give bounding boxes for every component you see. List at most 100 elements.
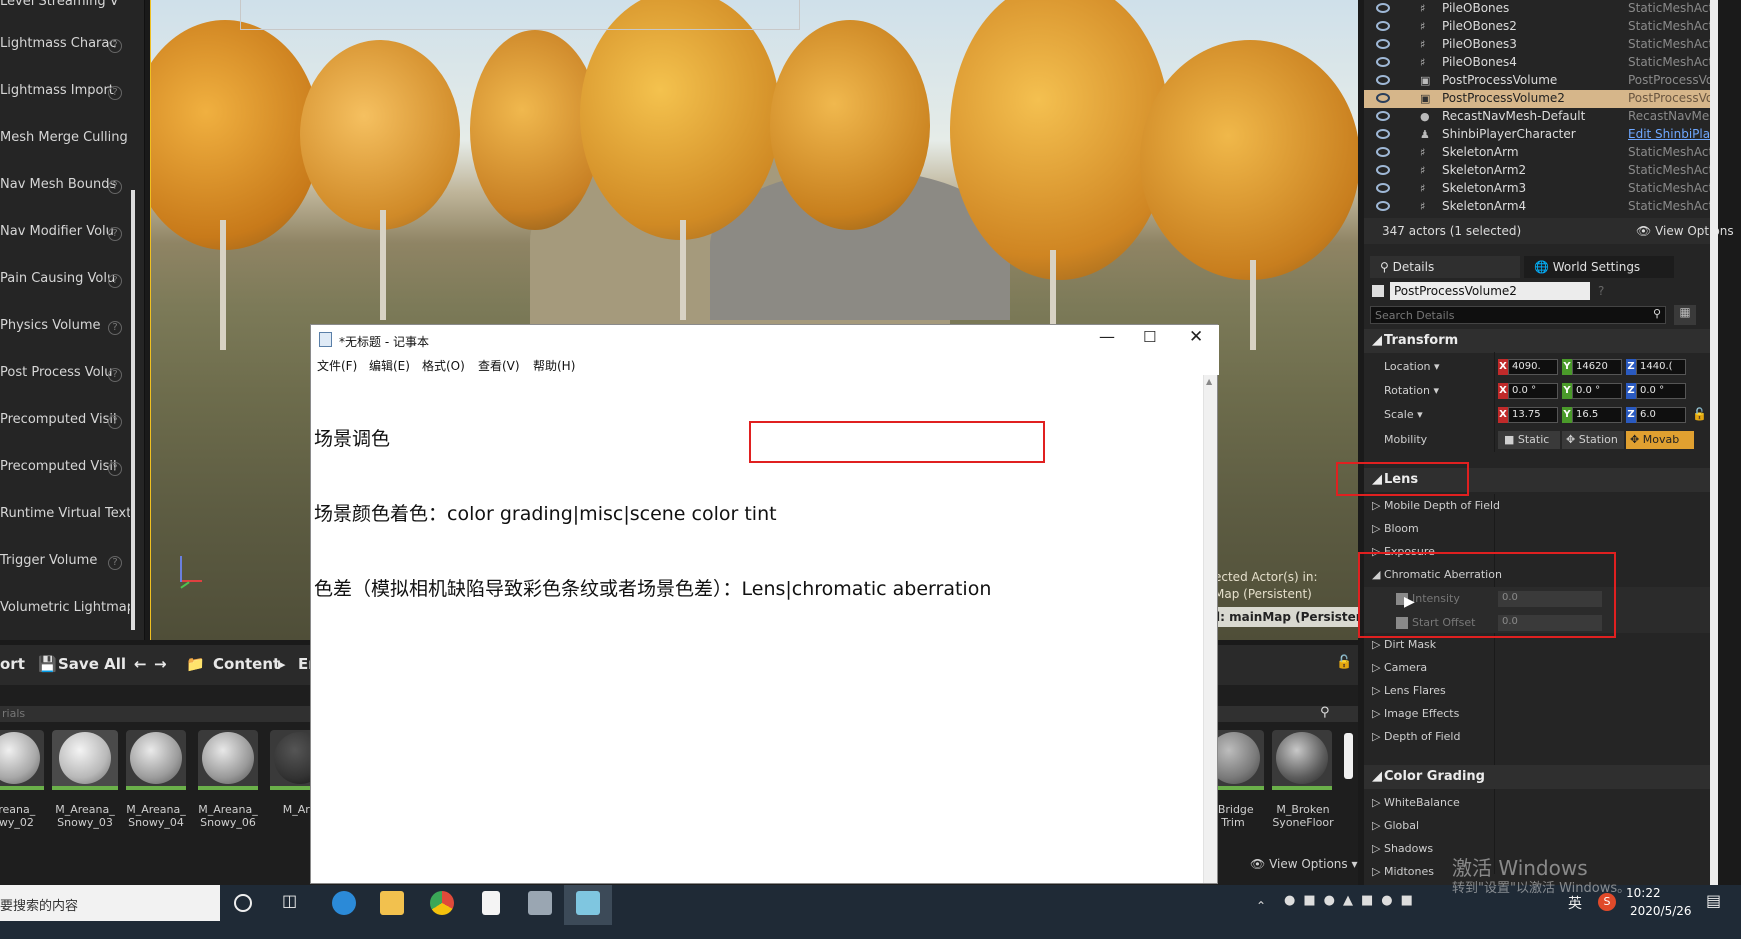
actor-enabled-checkbox[interactable] [1372,285,1384,297]
visibility-eye-icon[interactable] [1376,93,1390,103]
outliner-row[interactable]: ● RecastNavMesh-Default RecastNavMesh [1364,108,1718,126]
tab-details[interactable]: ⚲ Details [1370,256,1520,278]
ime-indicator[interactable]: 英 [1568,893,1582,913]
actor-class-item[interactable]: Level Streaming V [0,0,130,14]
help-icon[interactable]: ? [108,227,122,241]
help-icon[interactable]: ? [108,462,122,476]
notepad-taskbar-icon[interactable] [576,891,600,915]
scrollbar[interactable] [1710,0,1718,885]
tray-expand-icon[interactable]: ⌃ [1256,899,1266,913]
outliner-row[interactable]: ♯ SkeletonArm2 StaticMeshActor [1364,162,1718,180]
visibility-eye-icon[interactable] [1376,183,1390,193]
material-asset[interactable] [198,730,258,790]
location-z-field[interactable]: Z 1440.( [1626,359,1686,375]
bloom-group[interactable]: ▷ Bloom [1372,522,1419,535]
actor-class-item[interactable]: Volumetric Lightmap I [0,600,130,620]
edge-icon[interactable] [332,891,356,915]
depth-of-field-group[interactable]: ▷ Depth of Field [1372,730,1460,743]
edit-blueprint-link[interactable]: Edit ShinbiPlayer [1628,127,1718,141]
material-asset[interactable] [0,730,44,790]
clock-date[interactable]: 2020/5/26 [1630,904,1692,918]
visibility-eye-icon[interactable] [1376,3,1390,13]
image-effects-group[interactable]: ▷ Image Effects [1372,707,1459,720]
taskbar-search-box[interactable]: 要搜索的内容 [0,885,220,921]
actor-class-item[interactable]: Mesh Merge Culling V [0,130,130,150]
visibility-eye-icon[interactable] [1376,147,1390,157]
notification-icon[interactable]: ▤ [1706,891,1721,910]
visibility-eye-icon[interactable] [1376,39,1390,49]
mobility-movable-button[interactable]: ✥ Movab [1626,431,1694,449]
outliner-row[interactable]: ♯ SkeletonArm4 StaticMeshActor [1364,198,1718,216]
close-icon[interactable]: ✕ [1189,327,1203,347]
outliner-row[interactable]: ♯ SkeletonArm StaticMeshActor [1364,144,1718,162]
global-group[interactable]: ▷ Global [1372,819,1419,832]
lock-scale-icon[interactable]: 🔓 [1692,407,1707,421]
location-label[interactable]: Location ▾ [1384,360,1440,373]
shadows-group[interactable]: ▷ Shadows [1372,842,1433,855]
color-grading-section[interactable]: ◢ Color Grading [1364,765,1718,789]
lock-icon[interactable]: 🔓 [1336,655,1352,670]
help-icon[interactable]: ? [1598,284,1604,298]
visibility-eye-icon[interactable] [1376,21,1390,31]
mobile-dof-group[interactable]: ▷ Mobile Depth of Field [1372,499,1500,512]
rotation-label[interactable]: Rotation ▾ [1384,384,1439,397]
app-icon[interactable] [528,891,552,915]
text-area[interactable]: 场景调色 场景颜色着色：color grading|misc|scene col… [314,377,1204,652]
scrollbar[interactable]: ▲ [1203,375,1217,883]
help-icon[interactable]: ? [108,321,122,335]
location-y-field[interactable]: Y 14620 [1562,359,1622,375]
chrome-icon[interactable] [430,891,454,915]
camera-group[interactable]: ▷ Camera [1372,661,1427,674]
scale-x-field[interactable]: X 13.75 [1498,407,1558,423]
document-icon[interactable] [482,891,500,915]
minimize-icon[interactable]: — [1099,327,1115,346]
location-x-field[interactable]: X 4090. [1498,359,1558,375]
outliner-row[interactable]: ♯ PileOBones2 StaticMeshActor [1364,18,1718,36]
material-asset[interactable] [52,730,118,790]
scale-label[interactable]: Scale ▾ [1384,408,1423,421]
actor-name-field[interactable]: PostProcessVolume2 [1390,282,1590,300]
scale-y-field[interactable]: Y 16.5 [1562,407,1622,423]
mobility-stationary-button[interactable]: ✥ Station [1562,431,1624,449]
rotation-z-field[interactable]: Z 0.0 ° [1626,383,1686,399]
material-asset[interactable] [126,730,186,790]
menu-edit[interactable]: 编辑(E) [369,357,410,374]
view-options-grid-icon[interactable]: ▦ [1674,305,1696,325]
file-explorer-icon[interactable] [380,891,404,915]
content-path-button[interactable]: Content [213,655,280,673]
mobility-static-button[interactable]: ■ Static [1498,431,1560,449]
midtones-group[interactable]: ▷ Midtones [1372,865,1434,878]
help-icon[interactable]: ? [108,180,122,194]
white-balance-group[interactable]: ▷ WhiteBalance [1372,796,1460,809]
help-icon[interactable]: ? [108,86,122,100]
visibility-eye-icon[interactable] [1376,165,1390,175]
scrollbar[interactable] [131,190,135,630]
scrollbar[interactable] [1344,733,1353,779]
help-icon[interactable]: ? [108,368,122,382]
outliner-row[interactable]: ▣PostProcessVolumePostProcessVolume [1364,72,1718,90]
help-icon[interactable]: ? [108,556,122,570]
title-bar[interactable]: *无标题 - 记事本 — ☐ ✕ [311,325,1219,355]
task-view-icon[interactable]: ◫ [282,891,306,915]
clock-time[interactable]: 10:22 [1626,886,1661,900]
forward-arrow-icon[interactable]: → [154,655,167,673]
outliner-row[interactable]: ♯ PileOBones StaticMeshActor [1364,0,1718,18]
visibility-eye-icon[interactable] [1376,111,1390,121]
material-asset[interactable] [1272,730,1332,790]
maximize-icon[interactable]: ☐ [1143,328,1156,346]
import-button[interactable]: ort [0,655,25,673]
scale-z-field[interactable]: Z 6.0 [1626,407,1686,423]
details-search-input[interactable]: Search Details ⚲ [1370,306,1666,324]
lens-flares-group[interactable]: ▷ Lens Flares [1372,684,1446,697]
transform-section[interactable]: ◢ Transform [1364,329,1718,353]
visibility-eye-icon[interactable] [1376,75,1390,85]
help-icon[interactable]: ? [108,39,122,53]
rotation-y-field[interactable]: Y 0.0 ° [1562,383,1622,399]
dirt-mask-group[interactable]: ▷ Dirt Mask [1372,638,1436,651]
system-tray-icons[interactable]: ●■●▲■●■ [1284,893,1444,913]
back-arrow-icon[interactable]: ← [134,655,147,673]
view-options-button[interactable]: 👁 View Options ▾ [1250,857,1358,871]
visibility-eye-icon[interactable] [1376,129,1390,139]
visibility-eye-icon[interactable] [1376,201,1390,211]
outliner-row[interactable]: ♯ PileOBones4 StaticMeshActor [1364,54,1718,72]
